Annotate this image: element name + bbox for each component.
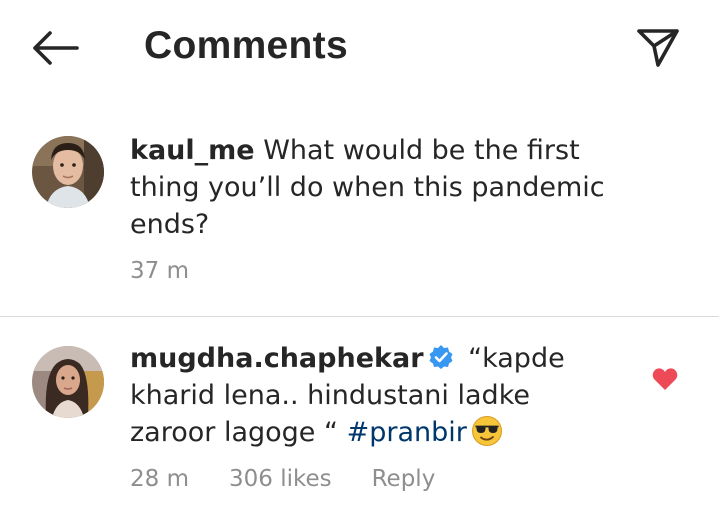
comment-username[interactable]: mugdha.chaphekar — [130, 343, 424, 374]
hashtag-link[interactable]: #pranbir — [347, 417, 467, 448]
reply-button[interactable]: Reply — [372, 466, 436, 492]
comment-item: mugdha.chaphekar “kapde kharid lena.. hi… — [0, 330, 719, 511]
comments-header: Comments — [0, 0, 719, 100]
avatar[interactable] — [32, 346, 104, 418]
comment-time: 28 m — [130, 466, 189, 492]
avatar[interactable] — [32, 136, 104, 208]
page-title: Comments — [144, 24, 348, 67]
arrow-left-icon — [33, 31, 79, 65]
comment-time: 37 m — [130, 258, 189, 284]
comment-username[interactable]: kaul_me — [130, 135, 255, 166]
comment-meta: 37 m — [130, 258, 229, 284]
sunglasses-emoji-icon — [471, 416, 502, 446]
comment-body: kaul_me What would be the first thing yo… — [130, 132, 650, 243]
caption-comment: kaul_me What would be the first thing yo… — [0, 120, 719, 315]
likes-count[interactable]: 306 likes — [229, 466, 332, 492]
avatar-photo — [32, 346, 104, 418]
comment-meta: 28 m 306 likes Reply — [130, 466, 475, 492]
verified-badge-icon — [429, 345, 453, 369]
back-button[interactable] — [28, 24, 82, 72]
divider — [0, 316, 719, 317]
heart-icon[interactable] — [652, 367, 678, 391]
avatar-photo — [32, 136, 104, 208]
share-button[interactable] — [630, 22, 686, 74]
paper-plane-icon — [637, 29, 679, 67]
comment-body: mugdha.chaphekar “kapde kharid lena.. hi… — [130, 340, 600, 451]
